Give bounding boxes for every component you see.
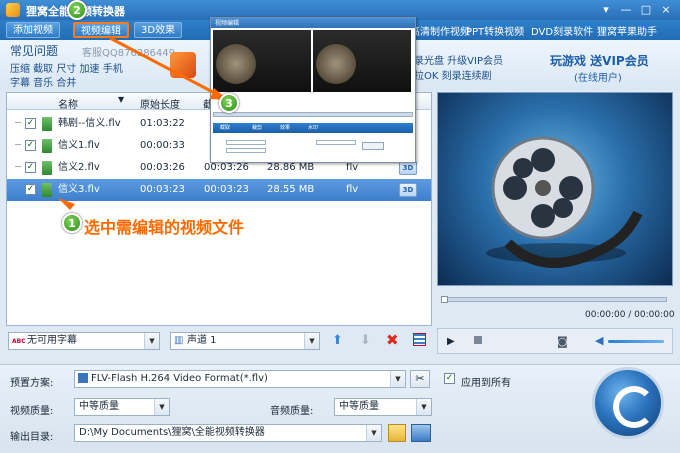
step-marker-1: 1 [62,213,82,233]
instruction-hint: 选中需编辑的视频文件 [84,218,245,237]
step-marker-3: 3 [219,93,239,113]
step-marker-2: 2 [67,0,87,20]
